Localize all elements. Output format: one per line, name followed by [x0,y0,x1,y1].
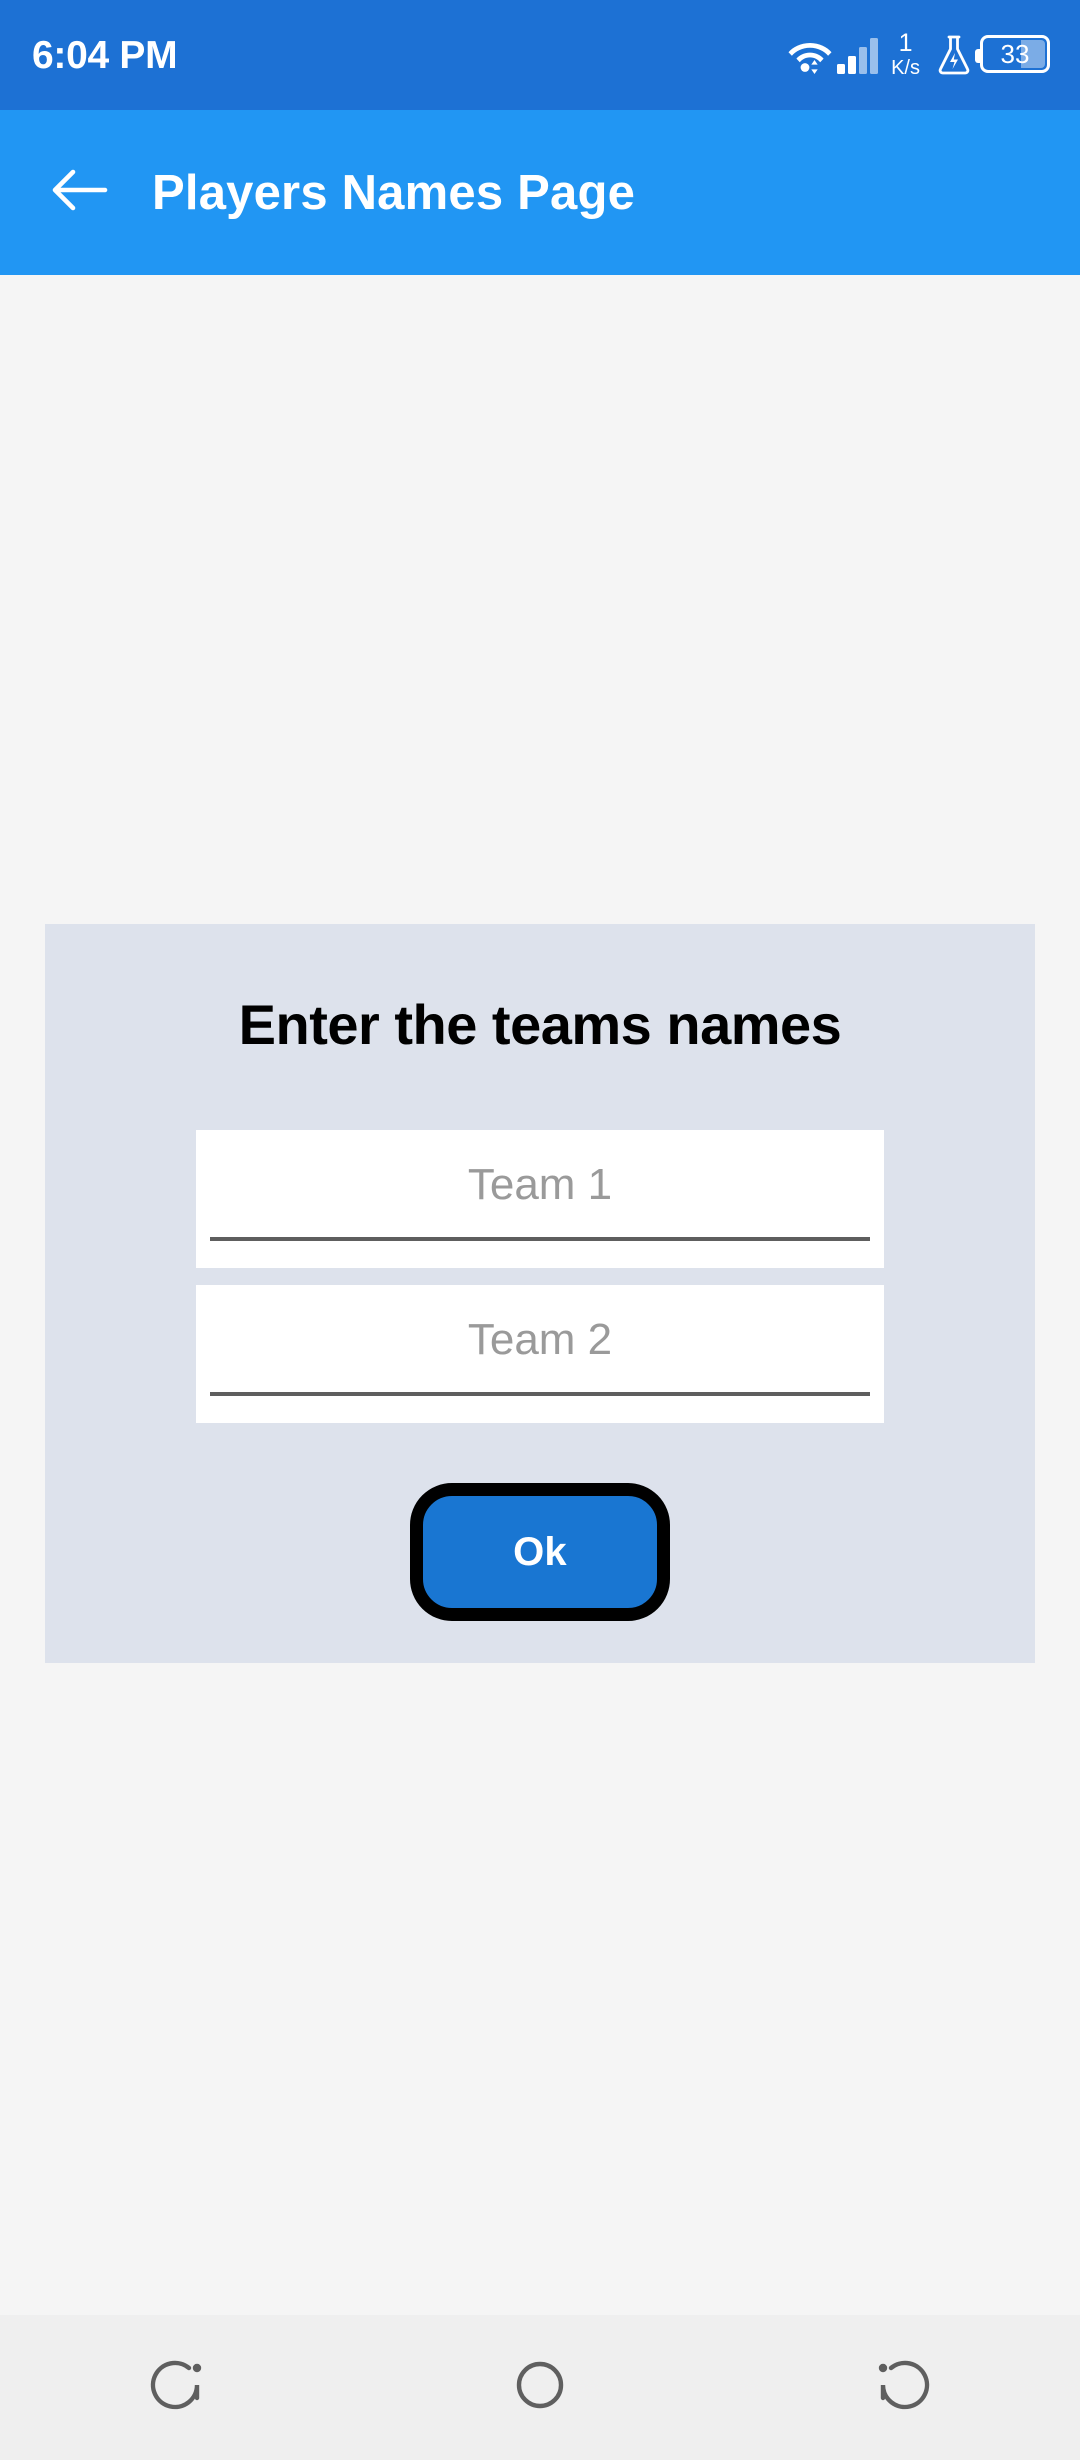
status-bar: 6:04 PM 1 K/s 33 [0,0,1080,110]
nav-recents-button[interactable] [0,2315,360,2460]
wifi-icon [787,34,833,76]
team-2-input[interactable]: Team 2 [196,1285,884,1423]
app-bar: Players Names Page [0,110,1080,275]
back-icon [869,2354,931,2421]
status-bar-clock: 6:04 PM [32,33,178,77]
page-content: Enter the teams names Team 1 Team 2 Ok [0,275,1080,2315]
network-speed-value: 1 [898,29,913,57]
enter-team-names-card: Enter the teams names Team 1 Team 2 Ok [45,924,1035,1663]
cellular-signal-icon [835,34,879,76]
team-1-underline [210,1237,870,1241]
ok-button-label: Ok [513,1529,567,1574]
card-title: Enter the teams names [238,993,842,1056]
page-title: Players Names Page [152,165,636,220]
battery-icon: 33 [975,35,1050,73]
status-bar-icons: 1 K/s 33 [787,31,1050,79]
team-2-underline [210,1392,870,1396]
team-1-input[interactable]: Team 1 [196,1130,884,1268]
team-1-placeholder: Team 1 [467,1160,613,1209]
home-circle-icon [509,2354,571,2421]
flask-icon [936,33,972,75]
nav-home-button[interactable] [360,2315,720,2460]
app-bar-back-button[interactable] [20,133,140,253]
system-navigation-bar [0,2315,1080,2460]
recents-icon [149,2354,211,2421]
battery-level-text: 33 [1000,39,1030,69]
network-speed-indicator: 1 K/s [891,29,920,79]
network-speed-unit: K/s [891,57,920,79]
arrow-left-icon [49,162,111,223]
ok-button[interactable]: Ok [410,1483,670,1621]
nav-back-button[interactable] [720,2315,1080,2460]
team-2-placeholder: Team 2 [467,1315,613,1364]
phone-screen: 6:04 PM 1 K/s 33 Players Names Page Ente… [0,0,1080,2460]
